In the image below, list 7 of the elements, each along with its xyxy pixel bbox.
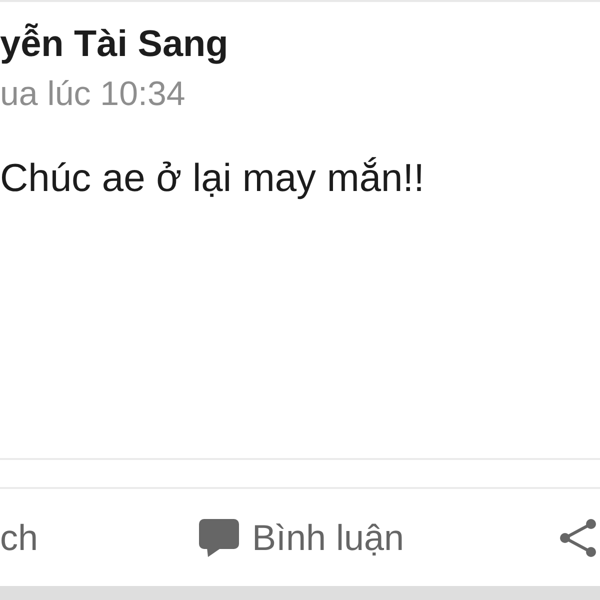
action-button[interactable]: ch xyxy=(0,516,38,558)
author-name[interactable]: yễn Tài Sang xyxy=(0,22,228,66)
post-text: Chúc ae ở lại may mắn!! xyxy=(0,156,424,202)
post-timestamp: ua lúc 10:34 xyxy=(0,74,186,114)
comment-button[interactable]: Bình luận xyxy=(198,516,404,558)
share-icon[interactable] xyxy=(560,518,596,556)
speech-bubble-icon xyxy=(198,518,239,556)
